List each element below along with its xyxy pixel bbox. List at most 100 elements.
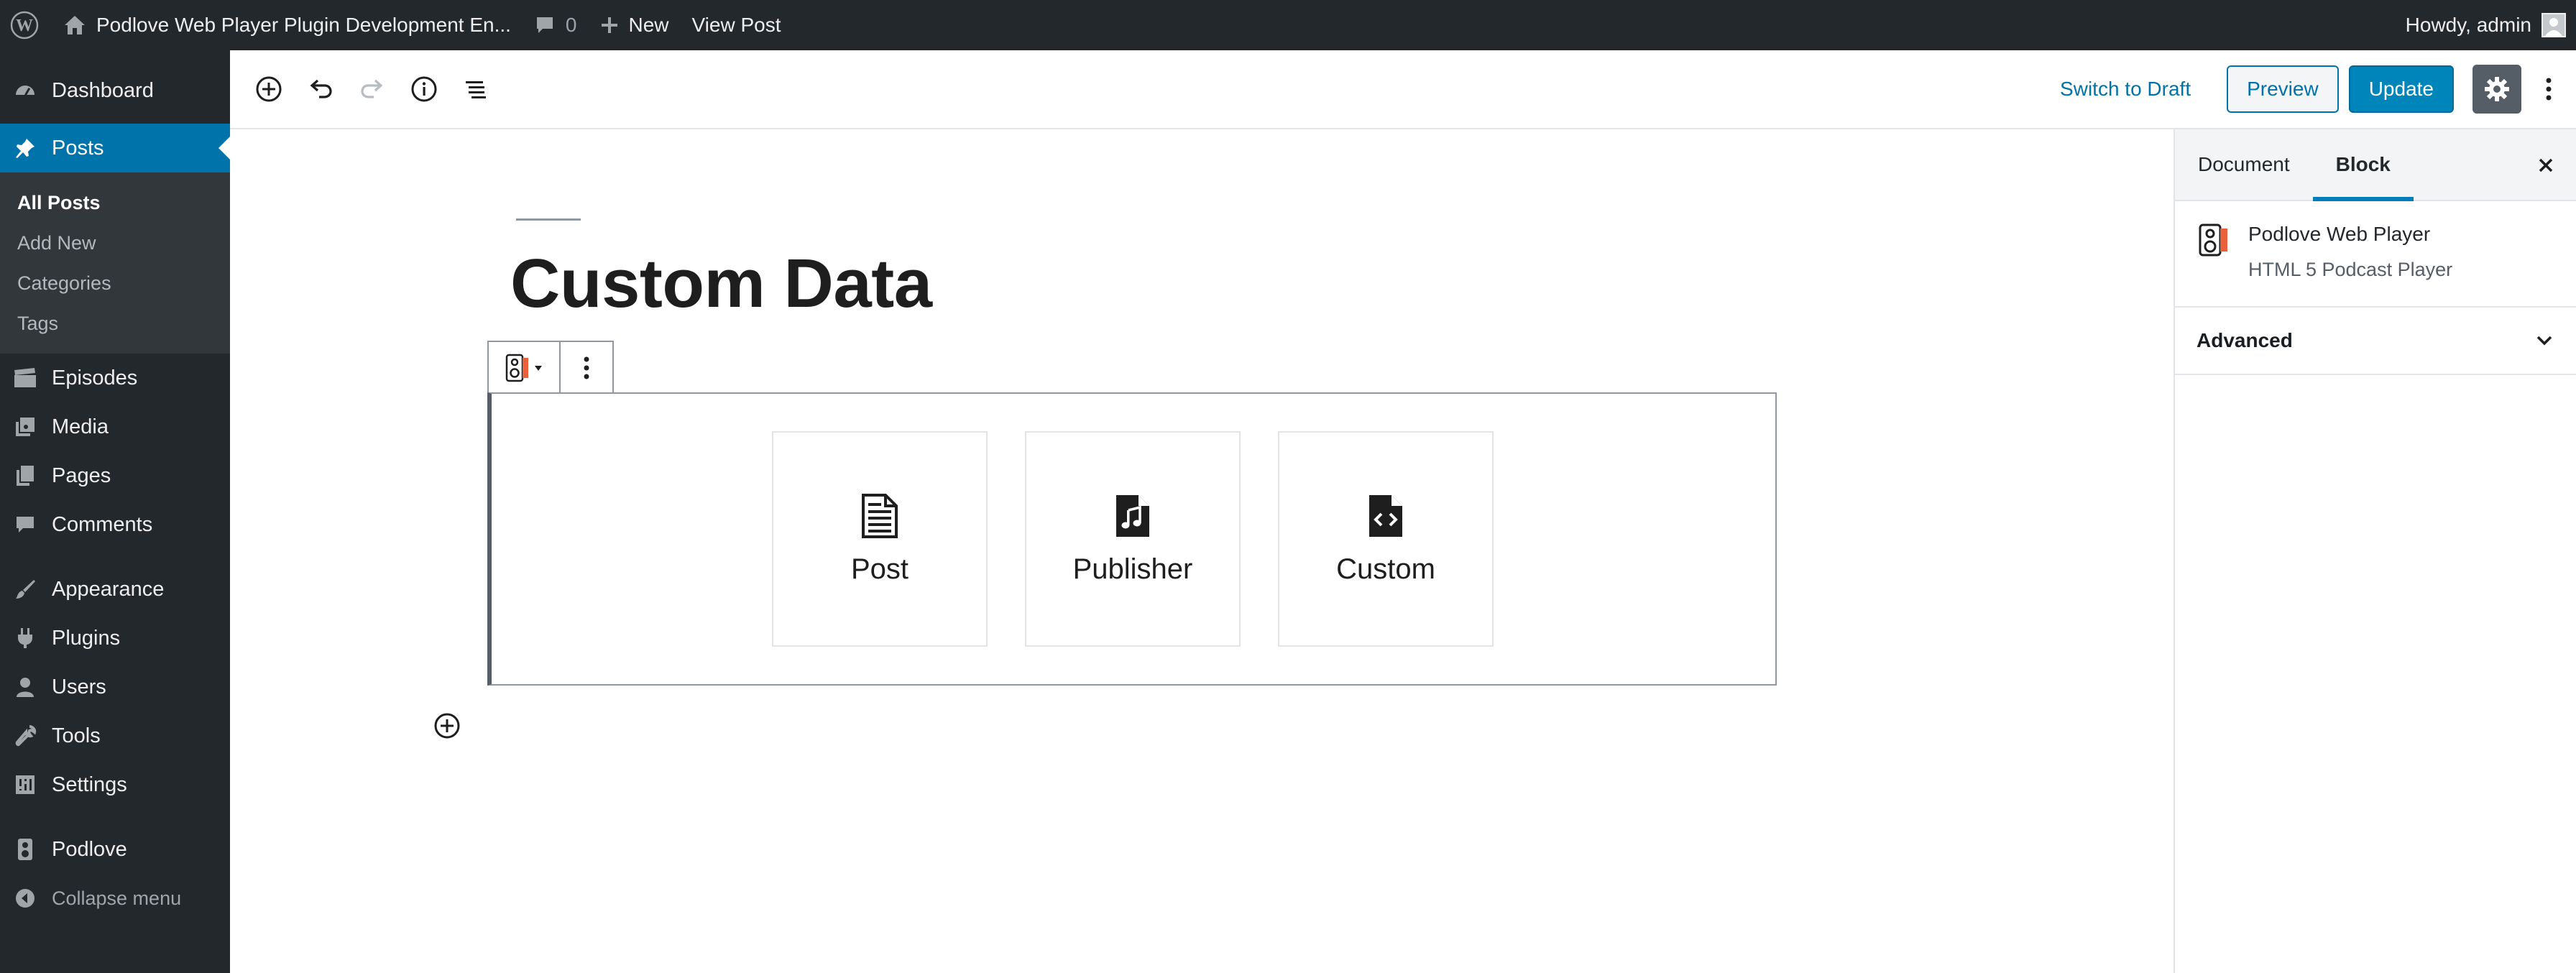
admin-sidebar: Dashboard Posts All Posts Add New Catego… [0, 50, 230, 973]
undo-icon [310, 79, 332, 98]
comment-icon [534, 14, 556, 36]
plus-circle-icon [256, 76, 282, 102]
submenu-categories[interactable]: Categories [0, 263, 230, 303]
info-icon [411, 76, 437, 102]
gear-icon [2485, 77, 2509, 101]
howdy-label: Howdy, admin [2405, 14, 2531, 36]
choice-publisher[interactable]: Publisher [1025, 431, 1241, 647]
editor-canvas: Custom Data Post Publisher Custom [230, 129, 2174, 973]
view-post-label: View Post [691, 14, 781, 36]
block-card-title: Podlove Web Player [2248, 223, 2431, 245]
close-icon [2539, 158, 2553, 172]
view-post-link[interactable]: View Post [681, 0, 793, 50]
comments-link[interactable]: 0 [523, 0, 589, 50]
block-more-options-button[interactable] [561, 342, 612, 394]
block-card-description: HTML 5 Podcast Player [2248, 259, 2453, 280]
collapse-arrow-icon [12, 885, 39, 912]
tab-document[interactable]: Document [2175, 129, 2313, 200]
sidebar-item-label: Media [52, 415, 109, 438]
wordpress-logo-icon[interactable]: W [0, 0, 52, 50]
site-name: Podlove Web Player Plugin Development En… [96, 14, 511, 36]
choice-custom[interactable]: Custom [1278, 431, 1494, 647]
title-separator [516, 218, 581, 221]
caret-down-icon [535, 366, 542, 371]
sidebar-item-label: Users [52, 675, 106, 698]
content-info-button[interactable] [398, 63, 450, 115]
redo-button[interactable] [346, 63, 398, 115]
collapse-menu-button[interactable]: Collapse menu [0, 874, 230, 923]
sidebar-item-episodes[interactable]: Episodes [0, 354, 230, 402]
chevron-down-icon [2534, 331, 2554, 351]
settings-toggle-button[interactable] [2472, 65, 2521, 114]
sidebar-item-comments[interactable]: Comments [0, 500, 230, 549]
sidebar-item-plugins[interactable]: Plugins [0, 614, 230, 663]
inline-add-block-button[interactable] [431, 710, 463, 742]
sidebar-item-dashboard[interactable]: Dashboard [0, 66, 230, 115]
new-label: New [628, 14, 669, 36]
sidebar-item-settings[interactable]: Settings [0, 760, 230, 809]
collapse-menu-label: Collapse menu [52, 887, 182, 909]
sidebar-item-users[interactable]: Users [0, 663, 230, 711]
redo-icon [361, 79, 383, 98]
document-icon [862, 493, 898, 538]
podlove-web-player-block[interactable]: Post Publisher Custom [487, 392, 1777, 686]
sidebar-item-posts[interactable]: Posts [0, 124, 230, 172]
sidebar-item-label: Comments [52, 512, 153, 536]
add-block-button[interactable] [243, 63, 295, 115]
sidebar-item-appearance[interactable]: Appearance [0, 565, 230, 614]
block-navigation-button[interactable] [450, 63, 502, 115]
submenu-all-posts[interactable]: All Posts [0, 183, 230, 223]
plugin-icon [12, 624, 39, 652]
settings-sliders-icon [12, 771, 39, 798]
sidebar-item-pages[interactable]: Pages [0, 451, 230, 500]
update-button[interactable]: Update [2348, 65, 2454, 113]
sidebar-item-podlove[interactable]: Podlove [0, 825, 230, 874]
vertical-ellipsis-icon [2546, 78, 2552, 101]
sidebar-item-label: Appearance [52, 577, 165, 601]
choice-post[interactable]: Post [772, 431, 988, 647]
block-card: Podlove Web Player HTML 5 Podcast Player [2175, 201, 2576, 308]
sidebar-item-tools[interactable]: Tools [0, 711, 230, 760]
sidebar-item-media[interactable]: Media [0, 402, 230, 451]
site-name-link[interactable]: Podlove Web Player Plugin Development En… [52, 0, 523, 50]
submenu-tags[interactable]: Tags [0, 303, 230, 343]
sidebar-item-label: Settings [52, 773, 127, 796]
sidebar-item-label: Dashboard [52, 78, 154, 102]
more-menu-button[interactable] [2531, 65, 2566, 114]
avatar [2542, 13, 2566, 37]
tab-block[interactable]: Block [2312, 129, 2414, 201]
plus-icon [600, 16, 619, 34]
undo-button[interactable] [295, 63, 346, 115]
podlove-icon [12, 836, 39, 863]
plus-circle-icon [434, 713, 460, 739]
my-account-link[interactable]: Howdy, admin [2394, 0, 2576, 50]
podlove-block-icon [505, 354, 528, 382]
code-file-icon [1369, 494, 1402, 537]
sidebar-item-label: Pages [52, 464, 111, 487]
block-switcher-button[interactable] [489, 342, 561, 394]
switch-to-draft-button[interactable]: Switch to Draft [2046, 78, 2217, 101]
close-settings-button[interactable] [2529, 148, 2563, 183]
preview-button[interactable]: Preview [2227, 65, 2339, 113]
list-view-icon [466, 81, 486, 98]
sidebar-item-label: Plugins [52, 626, 121, 650]
advanced-panel-title: Advanced [2196, 329, 2293, 351]
post-title[interactable]: Custom Data [510, 244, 932, 323]
block-toolbar [487, 341, 614, 394]
advanced-panel-toggle[interactable]: Advanced [2175, 308, 2576, 375]
menu-separator [0, 549, 230, 565]
comment-icon [12, 511, 39, 538]
new-content-link[interactable]: New [589, 0, 681, 50]
posts-submenu: All Posts Add New Categories Tags [0, 172, 230, 354]
choice-label: Post [850, 553, 909, 585]
choice-label: Custom [1336, 553, 1435, 585]
home-icon [63, 14, 86, 36]
media-icon [12, 413, 39, 441]
wrench-icon [12, 722, 39, 750]
submenu-add-new[interactable]: Add New [0, 223, 230, 263]
comment-count: 0 [565, 14, 577, 36]
settings-sidebar: Document Block Podlove Web Player HTML 5… [2174, 129, 2576, 973]
choice-label: Publisher [1072, 553, 1193, 585]
editor-header-toolbar: Switch to Draft Preview Update [230, 50, 2576, 129]
sidebar-item-label: Tools [52, 724, 101, 747]
